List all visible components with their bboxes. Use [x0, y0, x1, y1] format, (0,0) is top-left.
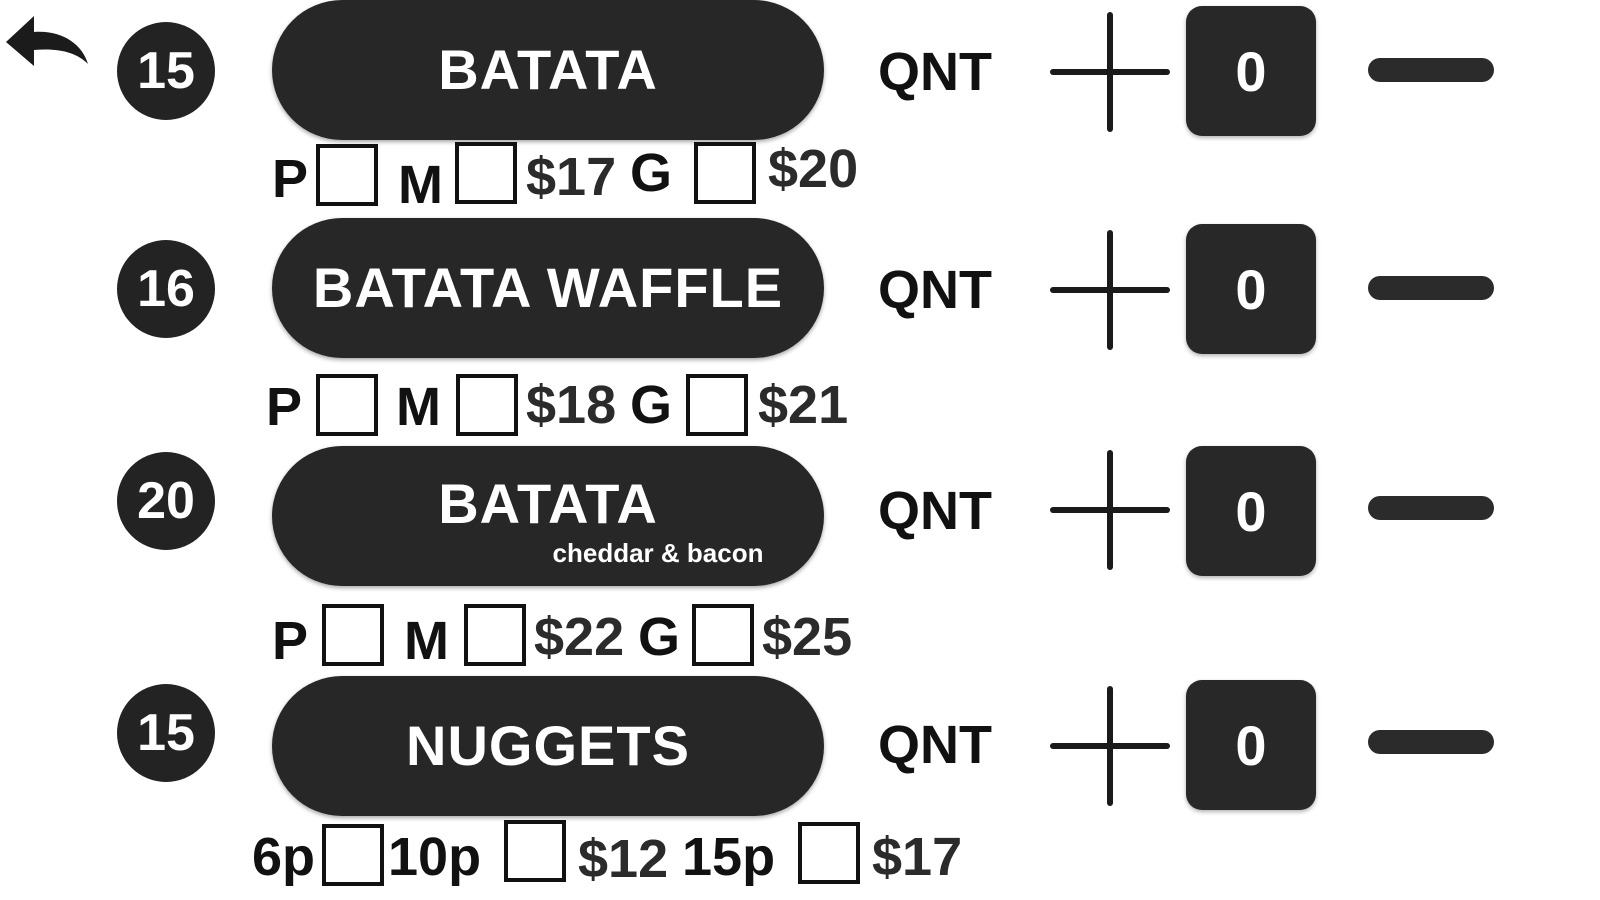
size-options: 6p 10p $12 15p $17: [0, 820, 1000, 900]
minus-icon: [1368, 276, 1494, 300]
item-name-button[interactable]: BATATA WAFFLE: [272, 218, 824, 358]
price-m: $17: [526, 147, 617, 207]
item-name: BATATA: [438, 472, 658, 535]
increase-quantity-button[interactable]: [1050, 12, 1170, 132]
size-checkbox-10p[interactable]: [504, 820, 566, 882]
minus-icon: [1368, 58, 1494, 82]
quantity-value: 0: [1186, 446, 1316, 576]
quantity-label: QNT: [878, 715, 992, 775]
price-10p: $12: [578, 829, 669, 889]
decrease-quantity-button[interactable]: [1368, 722, 1494, 762]
size-checkbox-m[interactable]: [455, 142, 517, 204]
menu-item-batata-waffle: 16 BATATA WAFFLE QNT 0: [0, 218, 1600, 358]
size-label-g: G: [630, 375, 673, 435]
price-g: $25: [762, 607, 853, 667]
size-label-g: G: [630, 143, 673, 203]
size-checkbox-p[interactable]: [316, 144, 378, 206]
size-checkbox-g[interactable]: [694, 142, 756, 204]
size-checkbox-g[interactable]: [686, 374, 748, 436]
size-options: P M $22 G $25: [0, 602, 900, 682]
size-label-p: P: [266, 377, 303, 437]
price-m: $18: [526, 375, 617, 435]
increase-quantity-button[interactable]: [1050, 230, 1170, 350]
price-m: $22: [534, 607, 625, 667]
size-options: P M $18 G $21: [0, 372, 900, 452]
quantity-value: 0: [1186, 6, 1316, 136]
size-checkbox-15p[interactable]: [798, 822, 860, 884]
menu-item-batata-cheddar-bacon: 20 BATATA cheddar & bacon QNT 0: [0, 446, 1600, 586]
size-label-p: P: [272, 611, 309, 671]
item-number-badge: 15: [117, 684, 215, 782]
item-name-button[interactable]: NUGGETS: [272, 676, 824, 816]
item-subtitle: cheddar & bacon: [552, 538, 764, 568]
size-label-g: G: [638, 607, 681, 667]
size-checkbox-m[interactable]: [464, 604, 526, 666]
menu-item-nuggets: 15 NUGGETS QNT 0: [0, 676, 1600, 816]
decrease-quantity-button[interactable]: [1368, 488, 1494, 528]
size-options: P M $17 G $20: [0, 138, 900, 218]
item-name: BATATA WAFFLE: [312, 256, 784, 319]
size-label-p: P: [272, 149, 309, 209]
increase-quantity-button[interactable]: [1050, 450, 1170, 570]
size-checkbox-6p[interactable]: [322, 824, 384, 886]
decrease-quantity-button[interactable]: [1368, 268, 1494, 308]
price-15p: $17: [872, 827, 963, 887]
quantity-value: 0: [1186, 224, 1316, 354]
quantity-label: QNT: [878, 42, 992, 102]
size-label-m: M: [404, 611, 449, 671]
quantity-label: QNT: [878, 481, 992, 541]
size-label-15p: 15p: [682, 827, 776, 887]
size-checkbox-p[interactable]: [316, 374, 378, 436]
decrease-quantity-button[interactable]: [1368, 50, 1494, 90]
size-checkbox-p[interactable]: [322, 604, 384, 666]
size-checkbox-m[interactable]: [456, 374, 518, 436]
item-name-button[interactable]: BATATA cheddar & bacon: [272, 446, 824, 586]
minus-icon: [1368, 496, 1494, 520]
item-number-badge: 20: [117, 452, 215, 550]
increase-quantity-button[interactable]: [1050, 686, 1170, 806]
minus-icon: [1368, 730, 1494, 754]
item-name: BATATA: [438, 38, 658, 101]
size-label-m: M: [398, 155, 443, 215]
price-g: $21: [758, 375, 849, 435]
item-name: NUGGETS: [406, 714, 690, 777]
quantity-value: 0: [1186, 680, 1316, 810]
price-g: $20: [768, 139, 859, 199]
quantity-label: QNT: [878, 260, 992, 320]
size-label-m: M: [396, 377, 441, 437]
size-label-10p: 10p: [388, 827, 482, 887]
item-number-badge: 15: [117, 22, 215, 120]
size-checkbox-g[interactable]: [692, 604, 754, 666]
size-label-6p: 6p: [252, 827, 316, 887]
item-name-button[interactable]: BATATA: [272, 0, 824, 140]
item-number-badge: 16: [117, 240, 215, 338]
menu-item-batata: 15 BATATA QNT 0: [0, 0, 1600, 140]
